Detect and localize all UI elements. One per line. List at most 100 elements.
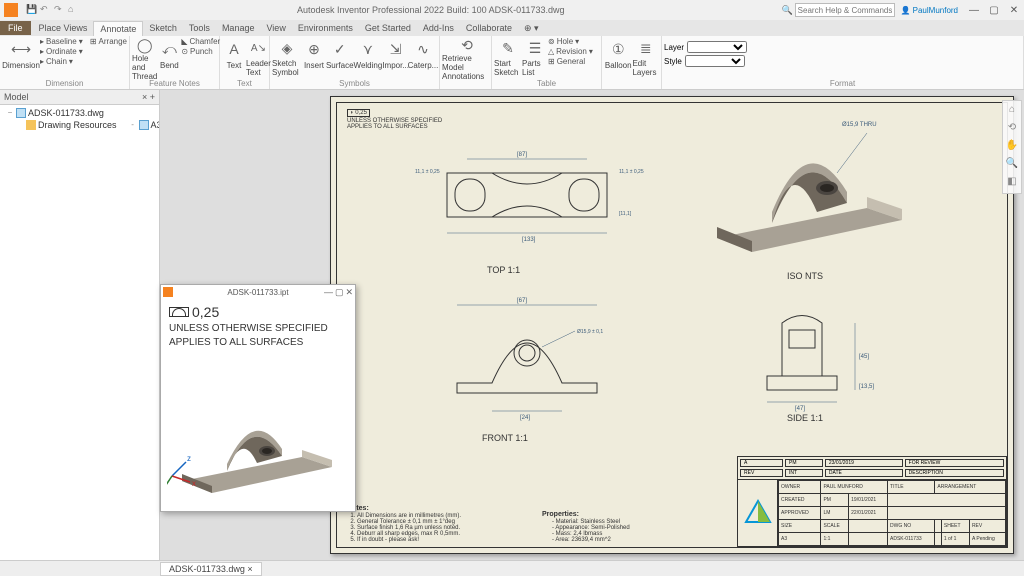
svg-text:[45]: [45] bbox=[859, 354, 869, 360]
child-min-icon[interactable]: — bbox=[324, 287, 333, 298]
leader-button[interactable]: A↘Leader Text bbox=[246, 37, 271, 77]
browser-close-icon[interactable]: × + bbox=[142, 92, 155, 102]
document-tabs: ADSK-011733.dwg × bbox=[0, 560, 1024, 576]
tab-environments[interactable]: Environments bbox=[292, 21, 359, 35]
tab-annotate[interactable]: Annotate bbox=[93, 21, 143, 36]
tab-addins[interactable]: Add-Ins bbox=[417, 21, 460, 35]
surface-button[interactable]: ✓Surface bbox=[326, 37, 354, 77]
part-window[interactable]: ADSK-011733.ipt—▢✕ 0,25 UNLESS OTHERWISE… bbox=[160, 284, 356, 512]
tab-view[interactable]: View bbox=[260, 21, 291, 35]
welding-button[interactable]: ⋎Welding bbox=[354, 37, 383, 77]
svg-text:11,1 ± 0,25: 11,1 ± 0,25 bbox=[619, 169, 644, 175]
ribbon: ⟷Dimension ▸ Baseline ▾ ▸ Ordinate ▾ ▸ C… bbox=[0, 36, 1024, 90]
doctab-dwg[interactable]: ADSK-011733.dwg × bbox=[160, 562, 262, 576]
revision-button[interactable]: △ Revision ▾ bbox=[548, 47, 593, 56]
chamfer-button[interactable]: ◣ Chamfer bbox=[181, 37, 220, 46]
caterpillar-button[interactable]: ∿Caterp... bbox=[409, 37, 437, 77]
tab-collaborate[interactable]: Collaborate bbox=[460, 21, 518, 35]
iso-view-label: ISO NTS bbox=[787, 271, 823, 281]
balloon-button[interactable]: ①Balloon bbox=[604, 37, 632, 77]
layer-select[interactable] bbox=[687, 41, 747, 53]
parts-list-button[interactable]: ☰Parts List bbox=[522, 37, 548, 77]
tab-overflow[interactable]: ⊕ ▾ bbox=[518, 21, 545, 36]
import-button[interactable]: ⇲Impor... bbox=[382, 37, 409, 77]
tab-tools[interactable]: Tools bbox=[183, 21, 216, 35]
qat-home-icon[interactable]: ⌂ bbox=[68, 4, 80, 16]
zoom-icon[interactable]: 🔍 bbox=[1005, 158, 1019, 172]
punch-button[interactable]: ⊙ Punch bbox=[181, 47, 220, 56]
orbit-icon[interactable]: ⟲ bbox=[1005, 122, 1019, 136]
ordinate-button[interactable]: ▸ Ordinate ▾ bbox=[40, 47, 90, 56]
view-toolbar: ⌂ ⟲ ✋ 🔍 ◧ bbox=[1002, 100, 1022, 194]
drawing-sheet: ◗ 0,25 UNLESS OTHERWISE SPECIFIEDAPPLIES… bbox=[330, 96, 1014, 554]
child-max-icon[interactable]: ▢ bbox=[335, 287, 344, 298]
svg-text:Ø15,9 ± 0,1: Ø15,9 ± 0,1 bbox=[577, 329, 603, 335]
maximize-button[interactable]: ▢ bbox=[984, 5, 1004, 16]
style-label: Style bbox=[664, 57, 682, 66]
home-icon[interactable]: ⌂ bbox=[1005, 104, 1019, 118]
svg-text:[67]: [67] bbox=[517, 298, 527, 304]
svg-text:[24]: [24] bbox=[520, 415, 530, 421]
close-button[interactable]: ✕ bbox=[1004, 5, 1024, 16]
revision-block: APM23/01/2019FOR REVIEW REVINTDATEDESCRI… bbox=[737, 456, 1007, 479]
general-button[interactable]: ⊞ General bbox=[548, 57, 593, 66]
menubar: File Place Views Annotate Sketch Tools M… bbox=[0, 20, 1024, 36]
properties-block: Properties: Material: Stainless SteelApp… bbox=[542, 511, 662, 543]
bend-button[interactable]: ⤺Bend bbox=[157, 37, 181, 77]
model-tree[interactable]: −ADSK-011733.dwg Drawing Resources-A3:1A… bbox=[0, 105, 159, 133]
baseline-button[interactable]: ▸ Baseline ▾ bbox=[40, 37, 90, 46]
tree-item[interactable]: Drawing Resources bbox=[12, 119, 117, 131]
side-view-label: SIDE 1:1 bbox=[787, 413, 823, 423]
svg-text:11,1 ± 0,25: 11,1 ± 0,25 bbox=[415, 169, 440, 175]
insert-button[interactable]: ⊕Insert bbox=[302, 37, 326, 77]
retrieve-button[interactable]: ⟲Retrieve Model Annotations bbox=[442, 37, 492, 77]
qat-save-icon[interactable]: 💾 bbox=[26, 4, 38, 16]
chain-button[interactable]: ▸ Chain ▾ bbox=[40, 57, 90, 66]
edit-layers-button[interactable]: ≣Edit Layers bbox=[632, 37, 659, 77]
window-title: Autodesk Inventor Professional 2022 Buil… bbox=[80, 5, 781, 15]
tab-sketch[interactable]: Sketch bbox=[143, 21, 183, 35]
svg-text:x: x bbox=[192, 479, 196, 488]
search-input[interactable] bbox=[795, 3, 895, 17]
user-icon: 👤 bbox=[901, 6, 911, 15]
svg-text:[87]: [87] bbox=[517, 152, 527, 158]
file-tab[interactable]: File bbox=[0, 21, 31, 35]
svg-text:Ø15,9 THRU: Ø15,9 THRU bbox=[842, 122, 877, 128]
qat: 💾 ↶ ↷ ⌂ bbox=[26, 4, 80, 16]
pan-icon[interactable]: ✋ bbox=[1005, 140, 1019, 154]
tab-place-views[interactable]: Place Views bbox=[33, 21, 94, 35]
drawing-canvas[interactable]: ADSK-011733.ipt—▢✕ 0,25 UNLESS OTHERWISE… bbox=[160, 90, 1024, 560]
qat-redo-icon[interactable]: ↷ bbox=[54, 4, 66, 16]
hole-thread-button[interactable]: ◯Hole and Thread bbox=[132, 37, 157, 77]
dimension-button[interactable]: ⟷Dimension bbox=[2, 37, 40, 77]
front-view-label: FRONT 1:1 bbox=[482, 433, 528, 443]
app-icon bbox=[4, 3, 18, 17]
svg-text:[133]: [133] bbox=[522, 237, 536, 243]
title-block: OWNERPAUL MUNFORDTITLEARRANGEMENT CREATE… bbox=[737, 479, 1007, 547]
part-window-icon bbox=[163, 287, 173, 297]
part-window-title: ADSK-011733.ipt bbox=[227, 288, 288, 297]
arrange-button[interactable]: ⊞ Arrange bbox=[90, 37, 127, 46]
minimize-button[interactable]: — bbox=[964, 5, 984, 16]
layer-label: Layer bbox=[664, 43, 684, 52]
browser-header: Model bbox=[4, 92, 29, 102]
style-select[interactable] bbox=[685, 55, 745, 67]
hole-table-button[interactable]: ⊚ Hole ▾ bbox=[548, 37, 593, 46]
svg-text:[47]: [47] bbox=[795, 406, 805, 412]
svg-text:[11,1]: [11,1] bbox=[619, 211, 632, 217]
sketch-symbol-button[interactable]: ◈Sketch Symbol bbox=[272, 37, 302, 77]
top-view-label: TOP 1:1 bbox=[487, 265, 520, 275]
cube-icon[interactable]: ◧ bbox=[1005, 176, 1019, 190]
tree-item[interactable]: -A3:1 bbox=[125, 119, 159, 131]
svg-text:z: z bbox=[187, 454, 191, 463]
qat-undo-icon[interactable]: ↶ bbox=[40, 4, 52, 16]
user-menu[interactable]: 👤PaulMunford bbox=[901, 6, 958, 15]
notes-block: Notes: All Dimensions are in millimetres… bbox=[347, 505, 537, 543]
tab-manage[interactable]: Manage bbox=[216, 21, 261, 35]
text-button[interactable]: AText bbox=[222, 37, 246, 77]
start-sketch-button[interactable]: ✎Start Sketch bbox=[494, 37, 522, 77]
search-icon: 🔍 bbox=[781, 5, 792, 16]
tab-get-started[interactable]: Get Started bbox=[359, 21, 417, 35]
titlebar: 💾 ↶ ↷ ⌂ Autodesk Inventor Professional 2… bbox=[0, 0, 1024, 20]
child-close-icon[interactable]: ✕ bbox=[345, 287, 353, 298]
